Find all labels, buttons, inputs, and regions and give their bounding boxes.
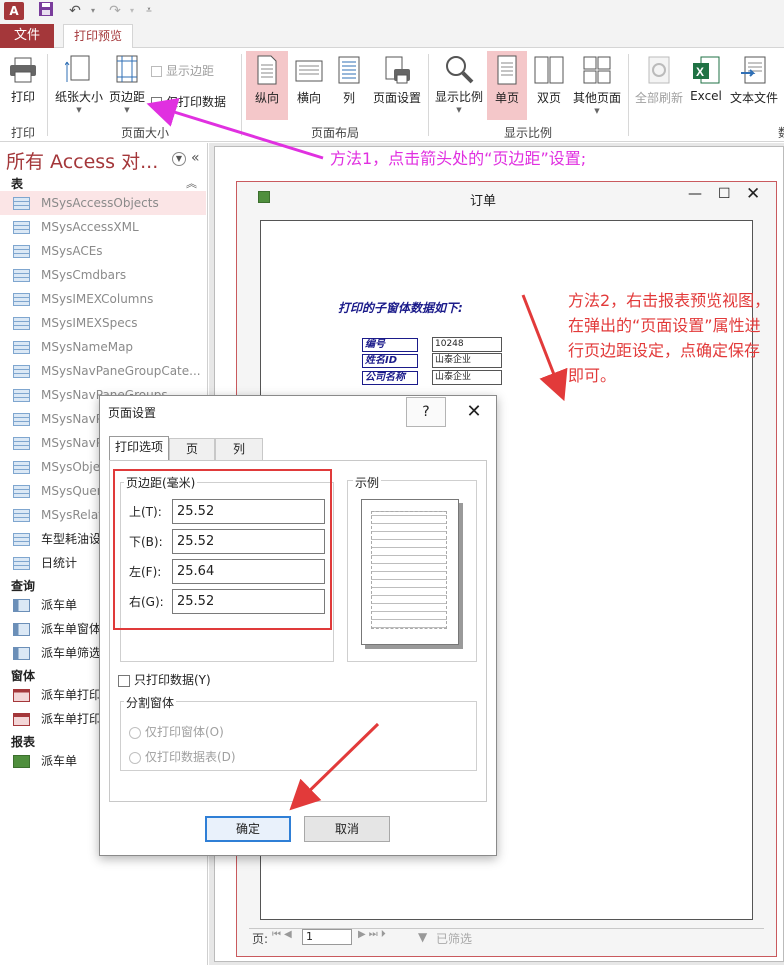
arrow-to-ok-button <box>289 722 380 811</box>
annotation-method-1: 方法1，点击箭头处的“页边距”设置; <box>330 149 587 168</box>
arrow-to-report-preview <box>521 294 568 402</box>
arrow-to-margins-button <box>146 97 324 160</box>
annotation-method-2: 方法2，右击报表预览视图，在弹出的“页面设置”属性进行页边距设定，点确定保存即可… <box>568 291 771 385</box>
